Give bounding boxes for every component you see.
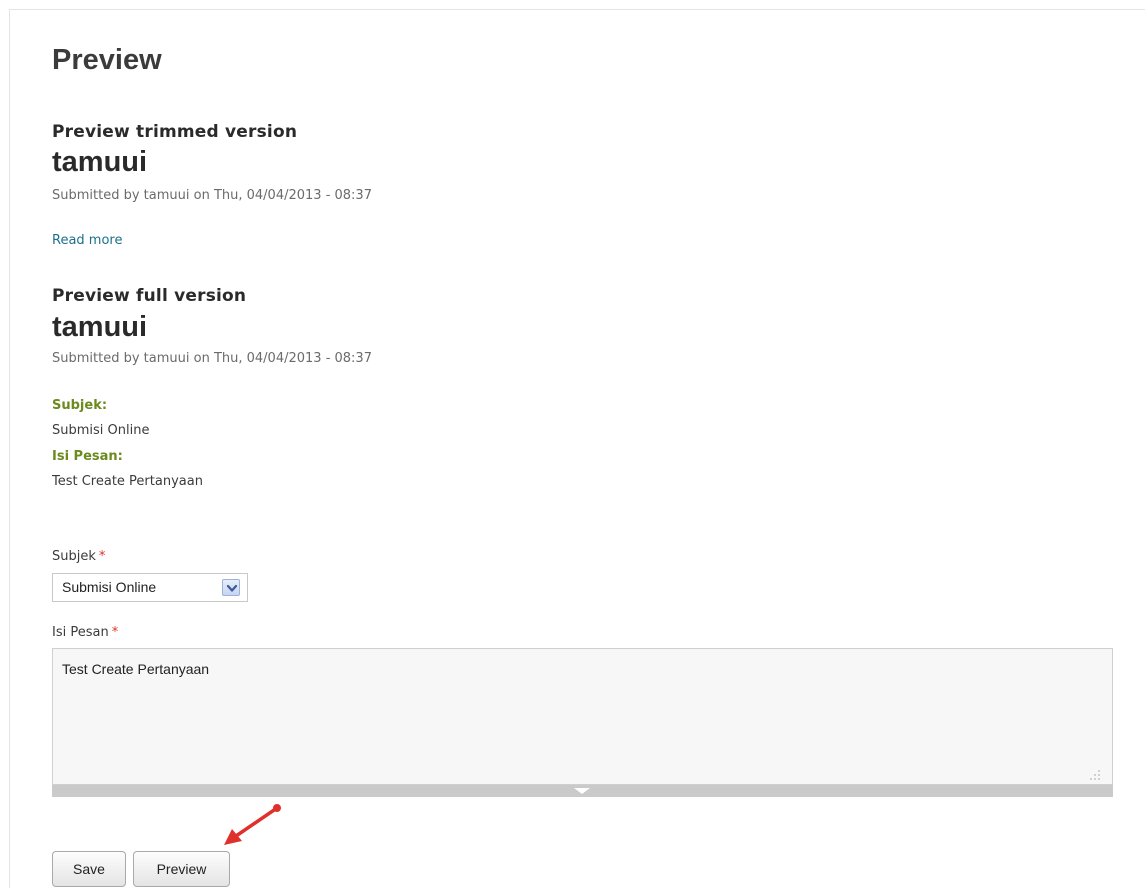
isi-pesan-label-text: Isi Pesan [52, 625, 109, 640]
subjek-form-label: Subjek * [52, 548, 105, 566]
trimmed-version-heading: Preview trimmed version [52, 122, 298, 142]
field-value-isi-pesan: Test Create Pertanyaan [52, 474, 203, 489]
full-version-heading: Preview full version [52, 286, 247, 306]
required-mark: * [111, 625, 119, 640]
trimmed-submitted-info: Submitted by tamuui on Thu, 04/04/2013 -… [52, 188, 372, 203]
subjek-select-value: Submisi Online [62, 579, 157, 595]
required-mark: * [98, 549, 106, 564]
isi-pesan-textarea-wrapper: Test Create Pertanyaan [52, 648, 1113, 797]
resize-grip-icon[interactable] [1089, 766, 1101, 780]
preview-button[interactable]: Preview [133, 851, 230, 887]
full-submitted-info: Submitted by tamuui on Thu, 04/04/2013 -… [52, 351, 372, 366]
isi-pesan-form-label: Isi Pesan * [52, 624, 118, 642]
grippie-notch-icon [574, 788, 590, 794]
field-label-isi-pesan: Isi Pesan: [52, 449, 123, 464]
chevron-down-icon[interactable] [222, 579, 240, 596]
read-more-link[interactable]: Read more [52, 232, 122, 250]
field-value-subjek: Submisi Online [52, 423, 150, 438]
textarea-grippie[interactable] [52, 785, 1113, 797]
save-button[interactable]: Save [52, 851, 126, 887]
subjek-select[interactable]: Submisi Online [52, 573, 248, 602]
full-node-title: tamuui [52, 311, 148, 343]
isi-pesan-textarea[interactable]: Test Create Pertanyaan [52, 648, 1113, 785]
subjek-label-text: Subjek [52, 549, 96, 564]
trimmed-node-title: tamuui [52, 146, 148, 178]
page-title: Preview [52, 44, 162, 76]
field-label-subjek: Subjek: [52, 398, 108, 413]
